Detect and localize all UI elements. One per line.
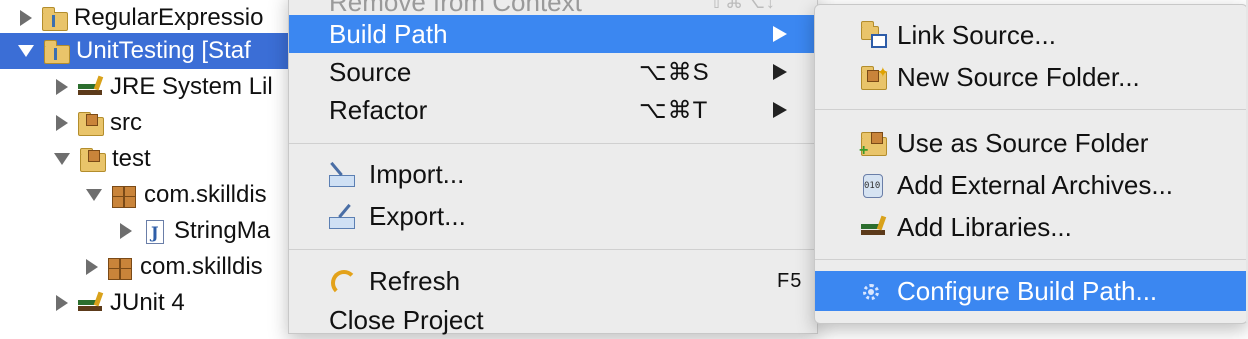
tree-item-regularexpressions[interactable]: RegularExpressio: [0, 0, 263, 36]
menu-item-close-project[interactable]: Close Project: [289, 301, 817, 339]
use-as-source-folder-icon: +: [859, 130, 887, 159]
link-source-icon: [859, 21, 887, 48]
source-folder-icon: [76, 110, 104, 136]
menu-item-new-source-folder[interactable]: ✦ New Source Folder...: [815, 57, 1247, 97]
expand-arrow-icon[interactable]: [56, 79, 68, 95]
tree-item-label: JUnit 4: [110, 289, 185, 316]
menu-separator: [815, 259, 1247, 260]
tree-item-package[interactable]: com.skilldis: [0, 177, 267, 213]
expand-arrow-icon[interactable]: [56, 295, 68, 311]
collapse-arrow-icon[interactable]: [18, 45, 34, 57]
package-icon: [110, 182, 138, 208]
tree-item-java-file[interactable]: J StringMa: [0, 213, 270, 249]
new-source-folder-icon: ✦: [859, 64, 889, 90]
tree-item-package[interactable]: com.skilldis: [0, 249, 263, 285]
menu-separator: [289, 143, 817, 144]
tree-item-junit[interactable]: JUnit 4: [0, 285, 185, 321]
tree-item-label: src: [110, 109, 142, 136]
expand-arrow-icon[interactable]: [20, 10, 32, 26]
shortcut-label: ⌥⌘S: [639, 58, 710, 86]
tree-item-label: RegularExpressio: [74, 4, 264, 31]
expand-arrow-icon[interactable]: [120, 223, 132, 239]
tree-item-test[interactable]: test: [0, 141, 151, 177]
shortcut-label: ⌥⌘T: [639, 96, 709, 124]
refresh-icon: [327, 268, 357, 296]
import-icon: [327, 161, 357, 187]
package-icon: [106, 254, 134, 280]
menu-item-add-libraries[interactable]: Add Libraries...: [815, 207, 1247, 247]
menu-item-add-external-archives[interactable]: 010 Add External Archives...: [815, 165, 1247, 205]
java-file-icon: J: [140, 218, 168, 244]
menu-item-export[interactable]: Export...: [289, 197, 817, 235]
export-icon: [327, 203, 357, 229]
package-explorer-tree: RegularExpressio UnitTesting [Staf JRE S…: [0, 0, 300, 322]
java-project-icon: [40, 5, 68, 31]
menu-item-import[interactable]: Import...: [289, 155, 817, 193]
tree-item-label: test: [112, 145, 151, 172]
tree-item-label: com.skilldis: [144, 181, 267, 208]
library-icon: [859, 214, 887, 240]
collapse-arrow-icon[interactable]: [54, 153, 70, 165]
menu-item-refresh[interactable]: Refresh F5: [289, 262, 817, 300]
jar-archive-icon: 010: [859, 172, 887, 198]
java-project-icon: [42, 38, 70, 64]
submenu-arrow-icon: [773, 26, 787, 42]
tree-item-label: com.skilldis: [140, 253, 263, 280]
tree-item-label: UnitTesting [Staf: [76, 37, 251, 64]
context-menu: Remove from Context ⇧⌘⌥↓ Build Path Sour…: [288, 0, 818, 335]
tree-item-unittesting[interactable]: UnitTesting [Staf: [0, 33, 300, 69]
menu-item-refactor[interactable]: Refactor ⌥⌘T: [289, 91, 817, 129]
configure-gear-icon: [859, 278, 887, 304]
shortcut-label: F5: [777, 269, 803, 292]
menu-item-source[interactable]: Source ⌥⌘S: [289, 53, 817, 91]
tree-item-label: JRE System Lil: [110, 73, 273, 100]
library-icon: [76, 74, 104, 100]
tree-item-label: StringMa: [174, 217, 271, 244]
menu-item-link-source[interactable]: Link Source...: [815, 15, 1247, 55]
menu-item-use-as-source-folder[interactable]: + Use as Source Folder: [815, 123, 1247, 163]
expand-arrow-icon[interactable]: [86, 259, 98, 275]
tree-item-src[interactable]: src: [0, 105, 142, 141]
source-folder-icon: [78, 146, 106, 172]
build-path-submenu: Link Source... ✦ New Source Folder... + …: [814, 4, 1248, 324]
menu-item-build-path[interactable]: Build Path: [289, 15, 817, 53]
menu-item-configure-build-path[interactable]: Configure Build Path...: [815, 271, 1247, 311]
tree-item-jre-system-library[interactable]: JRE System Lil: [0, 69, 273, 105]
submenu-arrow-icon: [773, 64, 787, 80]
library-icon: [76, 290, 104, 316]
menu-separator: [815, 109, 1247, 110]
expand-arrow-icon[interactable]: [56, 115, 68, 131]
collapse-arrow-icon[interactable]: [86, 189, 102, 201]
submenu-arrow-icon: [773, 102, 787, 118]
menu-separator: [289, 249, 817, 250]
